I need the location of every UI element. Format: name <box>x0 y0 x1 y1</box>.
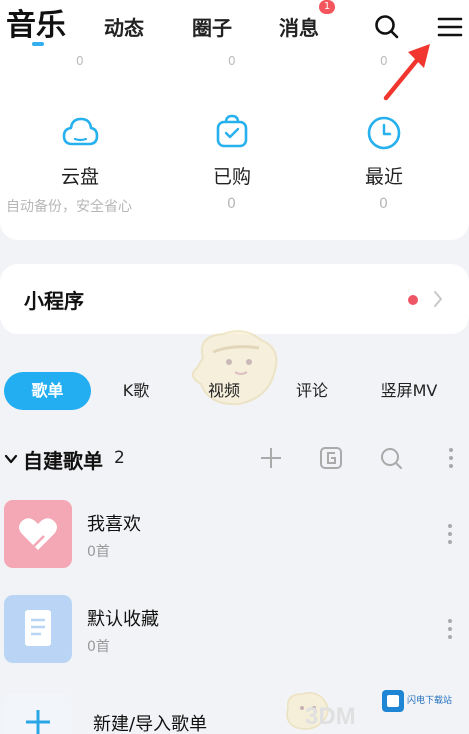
search-icon[interactable] <box>372 12 402 42</box>
playlist-name: 默认收藏 <box>87 609 159 630</box>
tab-messages[interactable]: 消息 <box>279 12 319 41</box>
annotation-arrow-icon <box>383 44 430 101</box>
message-badge: 1 <box>319 0 335 14</box>
menu-icon[interactable] <box>435 12 465 42</box>
segment-karaoke[interactable]: K歌 <box>106 372 166 410</box>
watermark-text: 3DM <box>305 703 356 730</box>
playlist-section-header: 自建歌单 2 <box>0 436 469 482</box>
new-playlist-label: 新建/导入歌单 <box>93 714 208 734</box>
tab-feed[interactable]: 动态 <box>104 12 144 41</box>
chevron-right-icon <box>434 291 442 307</box>
bag-icon <box>216 114 248 148</box>
playlist-row-default[interactable]: 默认收藏 0首 <box>0 595 469 677</box>
feature-label: 云盘 <box>60 166 99 188</box>
more-vertical-icon[interactable] <box>446 522 454 546</box>
active-tab-indicator <box>32 42 44 46</box>
feature-label: 已购 <box>212 166 251 188</box>
heart-icon <box>19 518 57 550</box>
feature-label: 最近 <box>364 166 403 188</box>
segment-playlists[interactable]: 歌单 <box>4 372 91 410</box>
section-count: 2 <box>114 448 125 468</box>
stat-value: 0 <box>76 54 84 68</box>
feature-subtitle: 0 <box>379 196 388 212</box>
add-icon[interactable] <box>258 445 284 471</box>
clock-icon <box>367 116 401 150</box>
tab-circle[interactable]: 圈子 <box>192 12 232 41</box>
import-icon[interactable] <box>318 445 344 471</box>
stat-value: 0 <box>228 54 236 68</box>
playlist-cover <box>4 500 72 568</box>
cloud-icon <box>62 117 99 146</box>
feature-recent[interactable]: 最近 <box>324 112 444 189</box>
segment-vertical-mv[interactable]: 竖屏MV <box>372 372 446 410</box>
playlist-row-favorites[interactable]: 我喜欢 0首 <box>0 500 469 582</box>
segment-videos[interactable]: 视频 <box>194 372 254 410</box>
new-playlist-cover <box>4 694 72 734</box>
more-vertical-icon[interactable] <box>438 445 464 471</box>
segment-comments[interactable]: 评论 <box>282 372 342 410</box>
mini-program-title: 小程序 <box>24 289 84 313</box>
plus-icon <box>26 710 50 734</box>
feature-subtitle: 自动备份，安全省心 <box>6 199 132 215</box>
chevron-down-icon[interactable] <box>4 452 18 466</box>
section-title: 自建歌单 <box>23 449 103 473</box>
tab-music[interactable]: 音乐 <box>6 0 66 44</box>
playlist-song-count: 0首 <box>87 544 110 560</box>
notification-dot <box>408 295 418 305</box>
more-vertical-icon[interactable] <box>446 617 454 641</box>
feature-subtitle: 0 <box>227 196 236 212</box>
watermark-logo-icon: 闪电下载站 <box>382 690 452 712</box>
document-icon <box>25 610 51 646</box>
playlist-name: 我喜欢 <box>87 514 141 535</box>
feature-cloud-disk[interactable]: 云盘 <box>20 112 140 189</box>
playlist-song-count: 0首 <box>87 639 110 655</box>
playlist-cover <box>4 595 72 663</box>
feature-purchased[interactable]: 已购 <box>172 112 292 189</box>
watermark-logo-text: 闪电下载站 <box>407 694 452 706</box>
search-icon[interactable] <box>378 445 404 471</box>
